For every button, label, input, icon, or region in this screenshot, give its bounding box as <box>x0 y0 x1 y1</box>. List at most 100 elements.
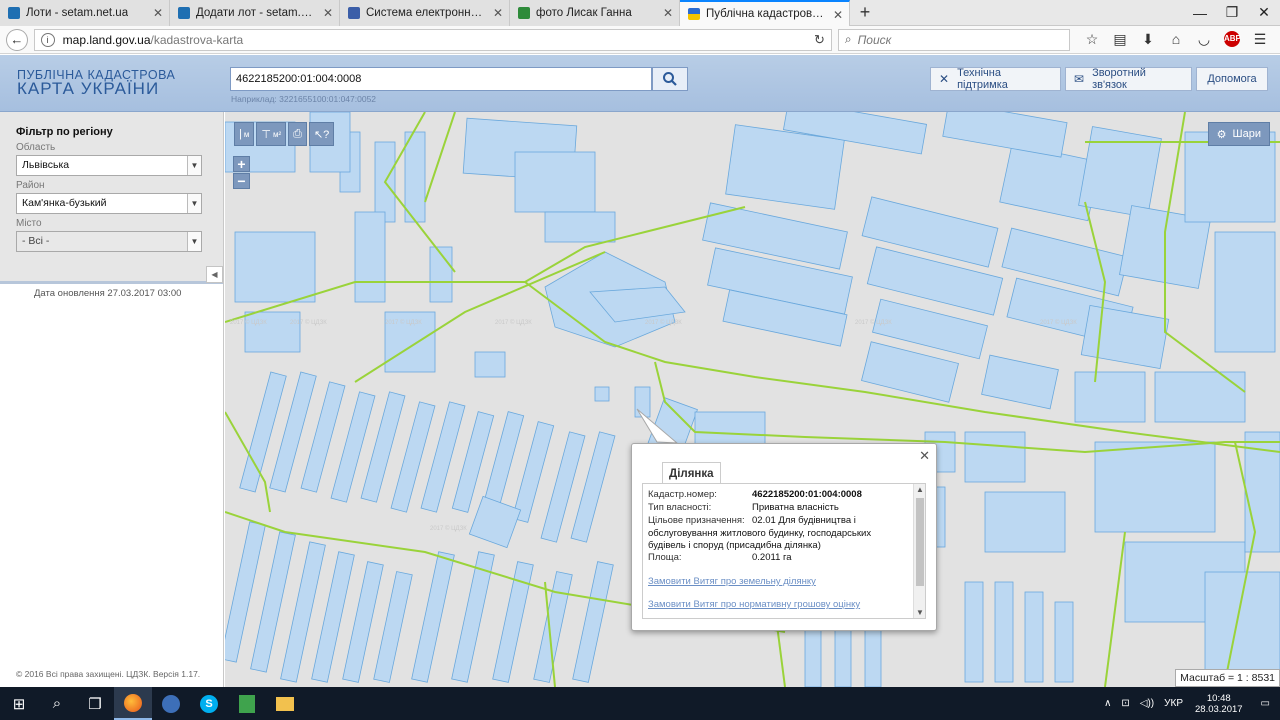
browser-nav-bar: ← i map.land.gov.ua /kadastrova-karta ↻ … <box>0 26 1280 54</box>
browser-search-input[interactable]: ⌕ Поиск <box>837 28 1070 51</box>
browser-tab[interactable]: фото Лисак Ганна ✕ <box>510 0 680 26</box>
pointer-question-icon: ↖? <box>313 128 330 141</box>
close-icon[interactable]: ✕ <box>663 6 673 20</box>
url-bar[interactable]: i map.land.gov.ua /kadastrova-karta ↻ <box>33 28 832 51</box>
restore-icon[interactable]: ❐ <box>1216 0 1248 25</box>
file-explorer-icon[interactable] <box>266 687 304 720</box>
zoom-control: + − <box>233 156 250 190</box>
skype-icon[interactable]: S <box>190 687 228 720</box>
collapse-sidebar-button[interactable]: ◀ <box>206 266 223 283</box>
bookmark-star-icon[interactable]: ☆ <box>1078 31 1106 48</box>
site-favicon-icon <box>178 7 190 19</box>
tab-label: Система електронної по... <box>366 7 487 19</box>
chevron-up-icon[interactable]: ∧ <box>1104 698 1111 709</box>
order-valuation-link[interactable]: Замовити Витяг про нормативну грошову оц… <box>648 599 911 610</box>
chevron-down-icon: ▼ <box>187 194 201 213</box>
rayon-select[interactable]: Кам'янка-бузький ▼ <box>16 193 202 214</box>
close-icon[interactable]: ✕ <box>153 6 163 20</box>
layers-button[interactable]: ⚙ Шари <box>1207 122 1270 146</box>
order-extract-link[interactable]: Замовити Витяг про земельну ділянку <box>648 576 911 587</box>
scroll-down-icon[interactable]: ▼ <box>914 608 926 617</box>
help-button[interactable]: Допомога <box>1196 67 1268 91</box>
oblast-select[interactable]: Львівська ▼ <box>16 155 202 176</box>
close-icon[interactable]: ✕ <box>493 6 503 20</box>
back-arrow-icon[interactable]: ← <box>6 28 28 51</box>
identify-button[interactable]: ↖? <box>308 122 335 146</box>
notifications-icon[interactable]: ▭ <box>1261 698 1270 709</box>
keyboard-language[interactable]: УКР <box>1164 698 1183 709</box>
close-window-icon[interactable]: ✕ <box>1248 0 1280 25</box>
popup-scrollbar[interactable]: ▲ ▼ <box>913 484 925 618</box>
url-host: map.land.gov.ua <box>62 32 151 47</box>
rayon-label: Район <box>16 180 45 191</box>
logo-line-2: КАРТА УКРАЇНИ <box>17 79 160 98</box>
feedback-button[interactable]: ✉ Зворотний зв'язок <box>1065 67 1192 91</box>
parcel-details: Кадастр.номер: 4622185200:01:004:0008 Ти… <box>642 483 926 619</box>
watermark-text: 2017 © ЦДЗК <box>645 319 682 326</box>
zoom-in-button[interactable]: + <box>233 156 250 172</box>
download-icon[interactable]: ⬇ <box>1134 31 1162 48</box>
search-icon <box>663 72 677 86</box>
new-tab-plus-icon[interactable]: + <box>850 0 880 25</box>
misto-select: - Всі - ▼ <box>16 231 202 252</box>
search-icon[interactable]: ⌕ <box>38 687 76 720</box>
volume-icon[interactable]: ◁)) <box>1140 698 1154 709</box>
watermark-text: 2017 © ЦДЗК <box>230 319 267 326</box>
zoom-out-button[interactable]: − <box>233 173 250 189</box>
adblock-icon[interactable]: ABP <box>1224 31 1241 47</box>
thunderbird-icon[interactable] <box>152 687 190 720</box>
task-view-icon[interactable]: ❐ <box>76 687 114 720</box>
browser-tab-active[interactable]: Публічна кадастрова кар... ✕ <box>680 0 850 26</box>
ownership-label: Тип власності: <box>648 502 712 513</box>
ownership-row: Тип власності: Приватна власність <box>648 502 911 514</box>
measure-distance-button[interactable]: | м <box>234 122 255 146</box>
search-button[interactable] <box>652 67 688 91</box>
cadastral-map[interactable]: 2017 © ЦДЗК 2017 © ЦДЗК 2017 © ЦДЗК 2017… <box>225 112 1280 687</box>
site-logo[interactable]: ПУБЛІЧНА КАДАСТРОВА КАРТА УКРАЇНИ <box>17 68 175 98</box>
clock[interactable]: 10:48 28.03.2017 <box>1195 693 1243 715</box>
info-icon[interactable]: i <box>40 32 55 47</box>
filter-panel: Фільтр по регіону Область Львівська ▼ Ра… <box>0 112 223 284</box>
tab-label: фото Лисак Ганна <box>536 7 632 19</box>
home-icon[interactable]: ⌂ <box>1162 31 1190 48</box>
windows-start-icon[interactable]: ⊞ <box>0 687 38 720</box>
reading-list-icon[interactable]: ▤ <box>1106 31 1134 48</box>
reload-icon[interactable]: ↻ <box>814 32 825 48</box>
menu-hamburger-icon[interactable]: ☰ <box>1246 31 1274 48</box>
support-button[interactable]: ✕ Технічна підтримка <box>930 67 1061 91</box>
clock-date: 28.03.2017 <box>1195 703 1243 715</box>
search-icon: ⌕ <box>844 32 852 46</box>
firefox-icon[interactable] <box>114 687 152 720</box>
help-label: Допомога <box>1207 73 1257 85</box>
tab-label: Публічна кадастрова кар... <box>706 8 827 20</box>
minimize-icon[interactable]: — <box>1184 0 1216 25</box>
purpose-row: Цільове призначення: 02.01 Для будівницт… <box>648 515 911 527</box>
tab-parcel[interactable]: Ділянка <box>662 462 721 484</box>
site-header: ПУБЛІЧНА КАДАСТРОВА КАРТА УКРАЇНИ 462218… <box>0 55 1280 112</box>
spreadsheet-icon[interactable] <box>228 687 266 720</box>
network-icon[interactable]: ⊡ <box>1121 698 1129 709</box>
system-tray: ∧ ⊡ ◁)) УКР 10:48 28.03.2017 ▭ <box>1094 693 1280 715</box>
purpose-label: Цільове призначення: <box>648 515 745 526</box>
browser-tab[interactable]: Додати лот - setam.net.ua ✕ <box>170 0 340 26</box>
print-button[interactable]: ⎙ <box>288 122 307 146</box>
rayon-value: Кам'янка-бузький <box>22 197 107 209</box>
close-icon[interactable]: ✕ <box>833 8 843 22</box>
scroll-thumb[interactable] <box>916 498 924 586</box>
measure-distance-unit: м <box>243 129 250 139</box>
browser-tab[interactable]: Система електронної по... ✕ <box>340 0 510 26</box>
close-icon[interactable]: ✕ <box>323 6 333 20</box>
cadastral-search-input[interactable]: 4622185200:01:004:0008 <box>230 67 652 91</box>
support-label: Технічна підтримка <box>957 67 1008 91</box>
scroll-up-icon[interactable]: ▲ <box>914 485 926 494</box>
filter-title: Фільтр по регіону <box>16 126 113 138</box>
layers-label: Шари <box>1232 128 1261 140</box>
shield-favicon-icon <box>348 7 360 19</box>
browser-tab[interactable]: Лоти - setam.net.ua ✕ <box>0 0 170 26</box>
measure-area-button[interactable]: ⊤ м² <box>256 122 287 146</box>
watermark-text: 2017 © ЦДЗК <box>855 319 892 326</box>
search-example-hint: Наприклад: 3221655100:01:047:0052 <box>231 94 377 104</box>
pocket-icon[interactable]: ◡ <box>1190 31 1218 48</box>
watermark-text: 2017 © ЦДЗК <box>290 319 327 326</box>
close-icon[interactable]: ✕ <box>919 448 930 464</box>
